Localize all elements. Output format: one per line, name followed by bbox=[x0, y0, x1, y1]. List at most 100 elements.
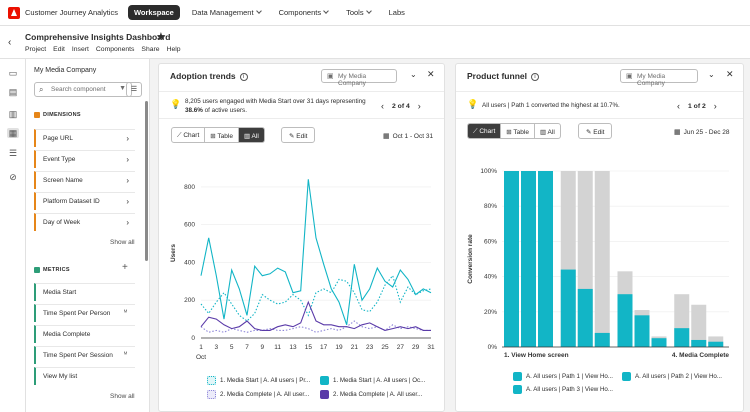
series-line bbox=[200, 274, 432, 322]
dimension-item[interactable]: Page URL › bbox=[34, 129, 135, 147]
x-tick-label: 7 bbox=[245, 344, 249, 351]
x-category-label: 1. View Home screen bbox=[504, 352, 569, 359]
x-tick-label: 9 bbox=[261, 344, 265, 351]
menu-share[interactable]: Share bbox=[141, 46, 159, 53]
x-tick-label: 23 bbox=[366, 344, 374, 351]
legend-swatch bbox=[207, 376, 216, 385]
legend-swatch bbox=[622, 372, 631, 381]
x-tick-sublabel: Oct bbox=[196, 354, 206, 361]
menu-insert[interactable]: Insert bbox=[72, 46, 89, 53]
menu-edit[interactable]: Edit bbox=[53, 46, 65, 53]
app-name[interactable]: Customer Journey Analytics bbox=[25, 8, 118, 17]
calculated-metric-icon: ᴹ bbox=[123, 310, 127, 316]
adoption-line-chart[interactable]: 0200400600800Users1 3 5 7 9 11 13 15 17 19 21 23 25 2… bbox=[159, 64, 446, 412]
filter-icon[interactable]: ▼ bbox=[119, 85, 126, 92]
funnel-bar bbox=[651, 338, 667, 347]
legend-swatch bbox=[513, 385, 522, 394]
metric-item[interactable]: Media Complete bbox=[34, 325, 135, 343]
y-tick-label: 800 bbox=[184, 184, 195, 191]
search-placeholder: Search component bbox=[51, 86, 106, 93]
dimension-item[interactable]: Screen Name › bbox=[34, 171, 135, 189]
project-title[interactable]: Comprehensive Insights Dashboard bbox=[25, 32, 170, 42]
legend-swatch bbox=[320, 376, 329, 385]
favorite-star-icon[interactable]: ★ bbox=[156, 30, 166, 43]
dimension-item[interactable]: Day of Week › bbox=[34, 213, 135, 231]
legend-label: 1. Media Start | A. All users | Oc... bbox=[333, 377, 426, 384]
report-suite-selector[interactable]: My Media Company bbox=[34, 67, 96, 74]
dimension-label: Day of Week bbox=[43, 219, 81, 226]
search-component-input[interactable]: ⌕ Search component ▼ bbox=[34, 82, 132, 97]
y-tick-label: 80% bbox=[484, 203, 497, 210]
y-tick-label: 20% bbox=[484, 309, 497, 316]
chevron-down-icon bbox=[255, 8, 262, 14]
legend-item[interactable]: A. All users | Path 2 | View Ho... bbox=[622, 372, 722, 381]
x-tick-label: 11 bbox=[274, 344, 281, 351]
y-tick-label: 200 bbox=[184, 297, 195, 304]
nav-workspace[interactable]: Workspace bbox=[127, 5, 180, 20]
dimensions-label: DIMENSIONS bbox=[43, 112, 81, 118]
metric-item[interactable]: View My list bbox=[34, 367, 135, 385]
metric-label: Media Start bbox=[43, 289, 77, 296]
product-funnel-panel: Product funnel i ▣ My Media Company ⌄ ✕ 💡 … bbox=[455, 63, 744, 412]
chevron-right-icon: › bbox=[126, 218, 129, 227]
funnel-bar bbox=[538, 171, 553, 347]
series-line bbox=[200, 300, 431, 331]
y-tick-label: 100% bbox=[480, 168, 497, 175]
metric-icon bbox=[34, 267, 40, 273]
dimension-icon bbox=[34, 112, 40, 118]
dimensions-header: DIMENSIONS bbox=[34, 112, 81, 118]
x-tick-label: 13 bbox=[289, 344, 297, 351]
funnel-bar bbox=[594, 332, 610, 347]
funnel-bar bbox=[708, 341, 724, 347]
metric-label: View My list bbox=[43, 373, 78, 380]
calculated-metric-icon: ᴹ bbox=[123, 352, 127, 358]
menu-components[interactable]: Components bbox=[96, 46, 135, 53]
x-tick-label: 17 bbox=[320, 344, 328, 351]
legend-item[interactable]: A. All users | Path 3 | View Ho... bbox=[513, 385, 613, 394]
dimension-item[interactable]: Event Type › bbox=[34, 150, 135, 168]
metric-item[interactable]: Media Start bbox=[34, 283, 135, 301]
metric-item[interactable]: Time Spent Per Person ᴹ bbox=[34, 304, 135, 322]
menu-project[interactable]: Project bbox=[25, 46, 46, 53]
nav-data-management[interactable]: Data Management bbox=[186, 5, 267, 20]
metric-label: Media Complete bbox=[43, 331, 91, 338]
components-icon[interactable]: ▦ bbox=[7, 128, 19, 138]
nav-components[interactable]: Components bbox=[273, 5, 335, 20]
segment-icon[interactable]: ⊘ bbox=[7, 172, 19, 182]
data-icon[interactable]: ▤ bbox=[7, 87, 19, 97]
adobe-logo-icon[interactable] bbox=[8, 6, 20, 19]
dimension-label: Event Type bbox=[43, 156, 76, 163]
y-tick-label: 40% bbox=[484, 274, 497, 281]
y-tick-label: 0 bbox=[191, 335, 195, 342]
x-tick-label: 15 bbox=[305, 344, 313, 351]
back-arrow-icon[interactable]: ‹ bbox=[8, 37, 11, 48]
series-line bbox=[200, 179, 432, 325]
legend-item[interactable]: 2. Media Complete | A. All user... bbox=[320, 390, 422, 399]
x-tick-label: 27 bbox=[397, 344, 405, 351]
legend-item[interactable]: A. All users | Path 1 | View Ho... bbox=[513, 372, 613, 381]
chevron-right-icon: › bbox=[126, 155, 129, 164]
menu-help[interactable]: Help bbox=[167, 46, 181, 53]
dimensions-show-all[interactable]: Show all bbox=[110, 239, 135, 246]
legend-item[interactable]: 1. Media Start | A. All users | Pr... bbox=[207, 376, 310, 385]
funnel-bar bbox=[617, 294, 633, 347]
metric-item[interactable]: Time Spent Per Session ᴹ bbox=[34, 346, 135, 364]
panels-icon[interactable]: ▭ bbox=[7, 68, 19, 78]
panel-scrollbar[interactable] bbox=[145, 101, 148, 261]
legend-item[interactable]: 1. Media Start | A. All users | Oc... bbox=[320, 376, 425, 385]
list-view-button[interactable]: ☰ bbox=[126, 82, 142, 97]
funnel-bar-chart[interactable]: 0% 20% 40% 60% 80% 100% Conversion rate 1. View… bbox=[456, 64, 745, 412]
dimension-label: Screen Name bbox=[43, 177, 83, 184]
x-tick-label: 21 bbox=[351, 344, 359, 351]
funnel-bar bbox=[577, 288, 593, 347]
add-metric-icon[interactable]: + bbox=[122, 262, 128, 273]
funnel-bar bbox=[521, 171, 536, 347]
nav-tools[interactable]: Tools bbox=[340, 5, 377, 20]
metrics-show-all[interactable]: Show all bbox=[110, 393, 135, 400]
list-icon[interactable]: ☰ bbox=[7, 148, 19, 158]
nav-labs[interactable]: Labs bbox=[383, 5, 411, 20]
visualizations-icon[interactable]: ▥ bbox=[7, 109, 19, 119]
y-axis-title: Conversion rate bbox=[467, 234, 474, 284]
dimension-item[interactable]: Platform Dataset ID › bbox=[34, 192, 135, 210]
legend-item[interactable]: 2. Media Complete | A. All user... bbox=[207, 390, 309, 399]
